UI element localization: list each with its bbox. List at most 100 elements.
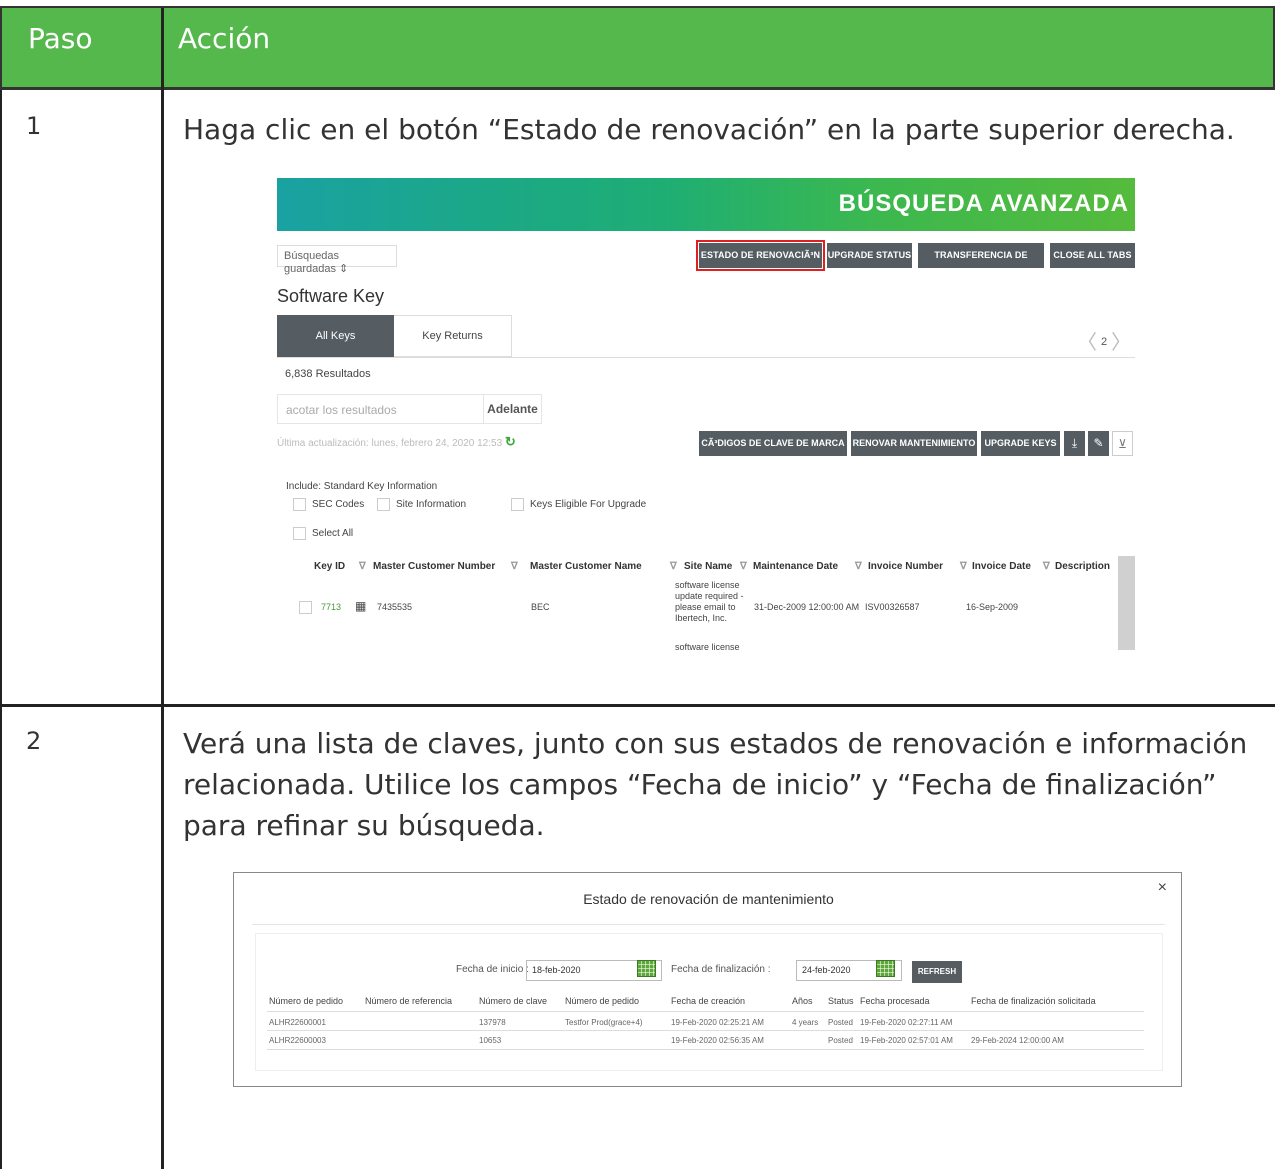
cell: 19-Feb-2020 02:25:21 AM [671, 1018, 764, 1027]
saved-searches-select[interactable]: Búsquedas guardadas ⇕ [277, 245, 397, 275]
cell: BEC [531, 602, 550, 612]
brand-key-codes-button[interactable]: CÃ³DIGOS DE CLAVE DE MARCA [699, 431, 847, 456]
refresh-icon[interactable]: ↻ [505, 434, 516, 449]
key-id-link[interactable]: 7713 [321, 602, 341, 612]
cell: software license [675, 642, 740, 650]
download-icon[interactable]: ⤓ [1064, 431, 1085, 456]
cell: 10653 [479, 1036, 502, 1045]
divider [267, 1011, 1144, 1012]
column-header: Número de referencia [365, 996, 453, 1006]
filter-icon[interactable]: ∇ [1043, 561, 1050, 572]
table-header: Paso Acción [0, 6, 1275, 90]
column-header[interactable]: Key ID [314, 561, 345, 572]
site-information-checkbox[interactable] [377, 498, 390, 511]
column-header[interactable]: Invoice Number [868, 561, 943, 572]
order-link[interactable]: ALHR22600003 [269, 1036, 326, 1045]
checkbox-label: Keys Eligible For Upgrade [530, 499, 647, 510]
column-header[interactable]: Invoice Date [972, 561, 1031, 572]
cell: Posted [828, 1036, 853, 1045]
header-action: Acción [178, 22, 271, 55]
cell: ISV00326587 [865, 602, 920, 612]
column-header: Fecha de creación [671, 996, 746, 1006]
column-divider [161, 8, 164, 1169]
cell: 19-Feb-2020 02:57:01 AM [860, 1036, 953, 1045]
page-number: 2 [1101, 336, 1108, 348]
upgrade-keys-button[interactable]: UPGRADE KEYS [981, 431, 1060, 456]
include-label: Include: Standard Key Information [286, 481, 438, 492]
checkbox-label: Site Information [396, 499, 467, 510]
cell: Testfor Prod(grace+4) [565, 1018, 643, 1027]
column-header[interactable]: Master Customer Name [530, 561, 642, 572]
forward-button[interactable]: Adelante [483, 394, 542, 424]
advanced-search-screenshot: BÚSQUEDA AVANZADA Búsquedas guardadas ⇕ … [277, 178, 1135, 650]
column-header: Fecha de finalización solicitada [971, 996, 1096, 1006]
step-text: Verá una lista de claves, junto con sus … [183, 723, 1268, 846]
column-header: Status [828, 996, 854, 1006]
clear-filter-icon[interactable]: ⊻ [1112, 431, 1133, 456]
step-text: Haga clic en el botón “Estado de renovac… [183, 113, 1235, 146]
filter-icon[interactable]: ∇ [670, 561, 677, 572]
cell: please email to [675, 602, 736, 612]
filter-icon[interactable]: ∇ [511, 561, 518, 572]
step-number: 1 [26, 112, 42, 140]
last-update-text: Última actualización: lunes, febrero 24,… [277, 438, 503, 449]
instruction-table: Paso Acción 1 Haga clic en el botón “Est… [0, 0, 1275, 1169]
last-update: Última actualización: lunes, febrero 24,… [277, 434, 516, 450]
chevron-right-icon[interactable]: 〉 [1111, 332, 1131, 354]
step-text-line: relacionada. Utilice los campos “Fecha d… [183, 768, 1217, 801]
renew-maintenance-button[interactable]: RENOVAR MANTENIMIENTO [851, 431, 977, 456]
column-header: Número de pedido [269, 996, 344, 1006]
divider [267, 1030, 1144, 1031]
column-header[interactable]: Maintenance Date [753, 561, 838, 572]
key-transfer-button[interactable]: TRANSFERENCIA DE CLAVE [918, 243, 1044, 285]
edit-icon[interactable]: ✎ [1088, 431, 1109, 456]
start-date-label: Fecha de inicio : [456, 964, 529, 975]
column-header[interactable]: Site Name [684, 561, 732, 572]
chevron-left-icon[interactable]: 〈 [1077, 332, 1097, 354]
step-text-line: Verá una lista de claves, junto con sus … [183, 727, 1248, 760]
filter-icon[interactable]: ∇ [960, 561, 967, 572]
grid-header: Key ID ∇ Master Customer Number ∇ Master… [290, 558, 1122, 576]
cell: 7435535 [377, 602, 413, 612]
cell: software license [675, 580, 740, 590]
divider [252, 924, 1165, 925]
divider [277, 357, 1135, 358]
scrollbar[interactable] [1118, 556, 1135, 650]
filter-icon[interactable]: ∇ [740, 561, 747, 572]
column-header: Número de clave [479, 996, 548, 1006]
column-header: Años [792, 996, 813, 1006]
step-number: 2 [26, 727, 42, 755]
cell: 19-Feb-2020 02:56:35 AM [671, 1036, 764, 1045]
cell: 19-Feb-2020 02:27:11 AM [860, 1018, 953, 1027]
narrow-results-input[interactable]: acotar los resultados [277, 394, 484, 424]
calendar-icon[interactable] [876, 960, 895, 977]
column-header[interactable]: Description [1055, 561, 1110, 572]
refresh-button[interactable]: REFRESH [912, 961, 962, 983]
order-link[interactable]: ALHR22600001 [269, 1018, 326, 1027]
sec-codes-checkbox[interactable] [293, 498, 306, 511]
cell: 4 years [792, 1018, 819, 1027]
calculator-icon[interactable]: ▦ [355, 599, 366, 613]
column-header[interactable]: Master Customer Number [373, 561, 495, 572]
section-title: Software Key [277, 286, 385, 306]
calendar-icon[interactable] [637, 960, 656, 977]
renewal-status-modal-screenshot: Estado de renovación de mantenimiento × … [233, 872, 1182, 1087]
row-checkbox[interactable] [299, 601, 312, 614]
filter-icon[interactable]: ∇ [359, 561, 366, 572]
cell: Posted [828, 1018, 853, 1027]
cell: 137978 [479, 1018, 506, 1027]
left-border [0, 90, 2, 1169]
pager: 〈 2 〉 [1077, 326, 1131, 355]
keys-eligible-checkbox[interactable] [511, 498, 524, 511]
end-date-label: Fecha de finalización : [671, 964, 771, 975]
cell: Ibertech, Inc. [675, 613, 728, 623]
column-header: Fecha procesada [860, 996, 930, 1006]
filter-icon[interactable]: ∇ [855, 561, 862, 572]
renewal-status-button[interactable]: ESTADO DE RENOVACIÃ³N [696, 240, 825, 271]
tab-all-keys[interactable]: All Keys [277, 315, 394, 357]
close-all-tabs-button[interactable]: CLOSE ALL TABS [1050, 243, 1135, 268]
tab-key-returns[interactable]: Key Returns [394, 315, 512, 357]
close-icon[interactable]: × [1158, 879, 1167, 897]
select-all-checkbox[interactable] [293, 527, 306, 540]
upgrade-status-button[interactable]: UPGRADE STATUS [827, 243, 912, 268]
